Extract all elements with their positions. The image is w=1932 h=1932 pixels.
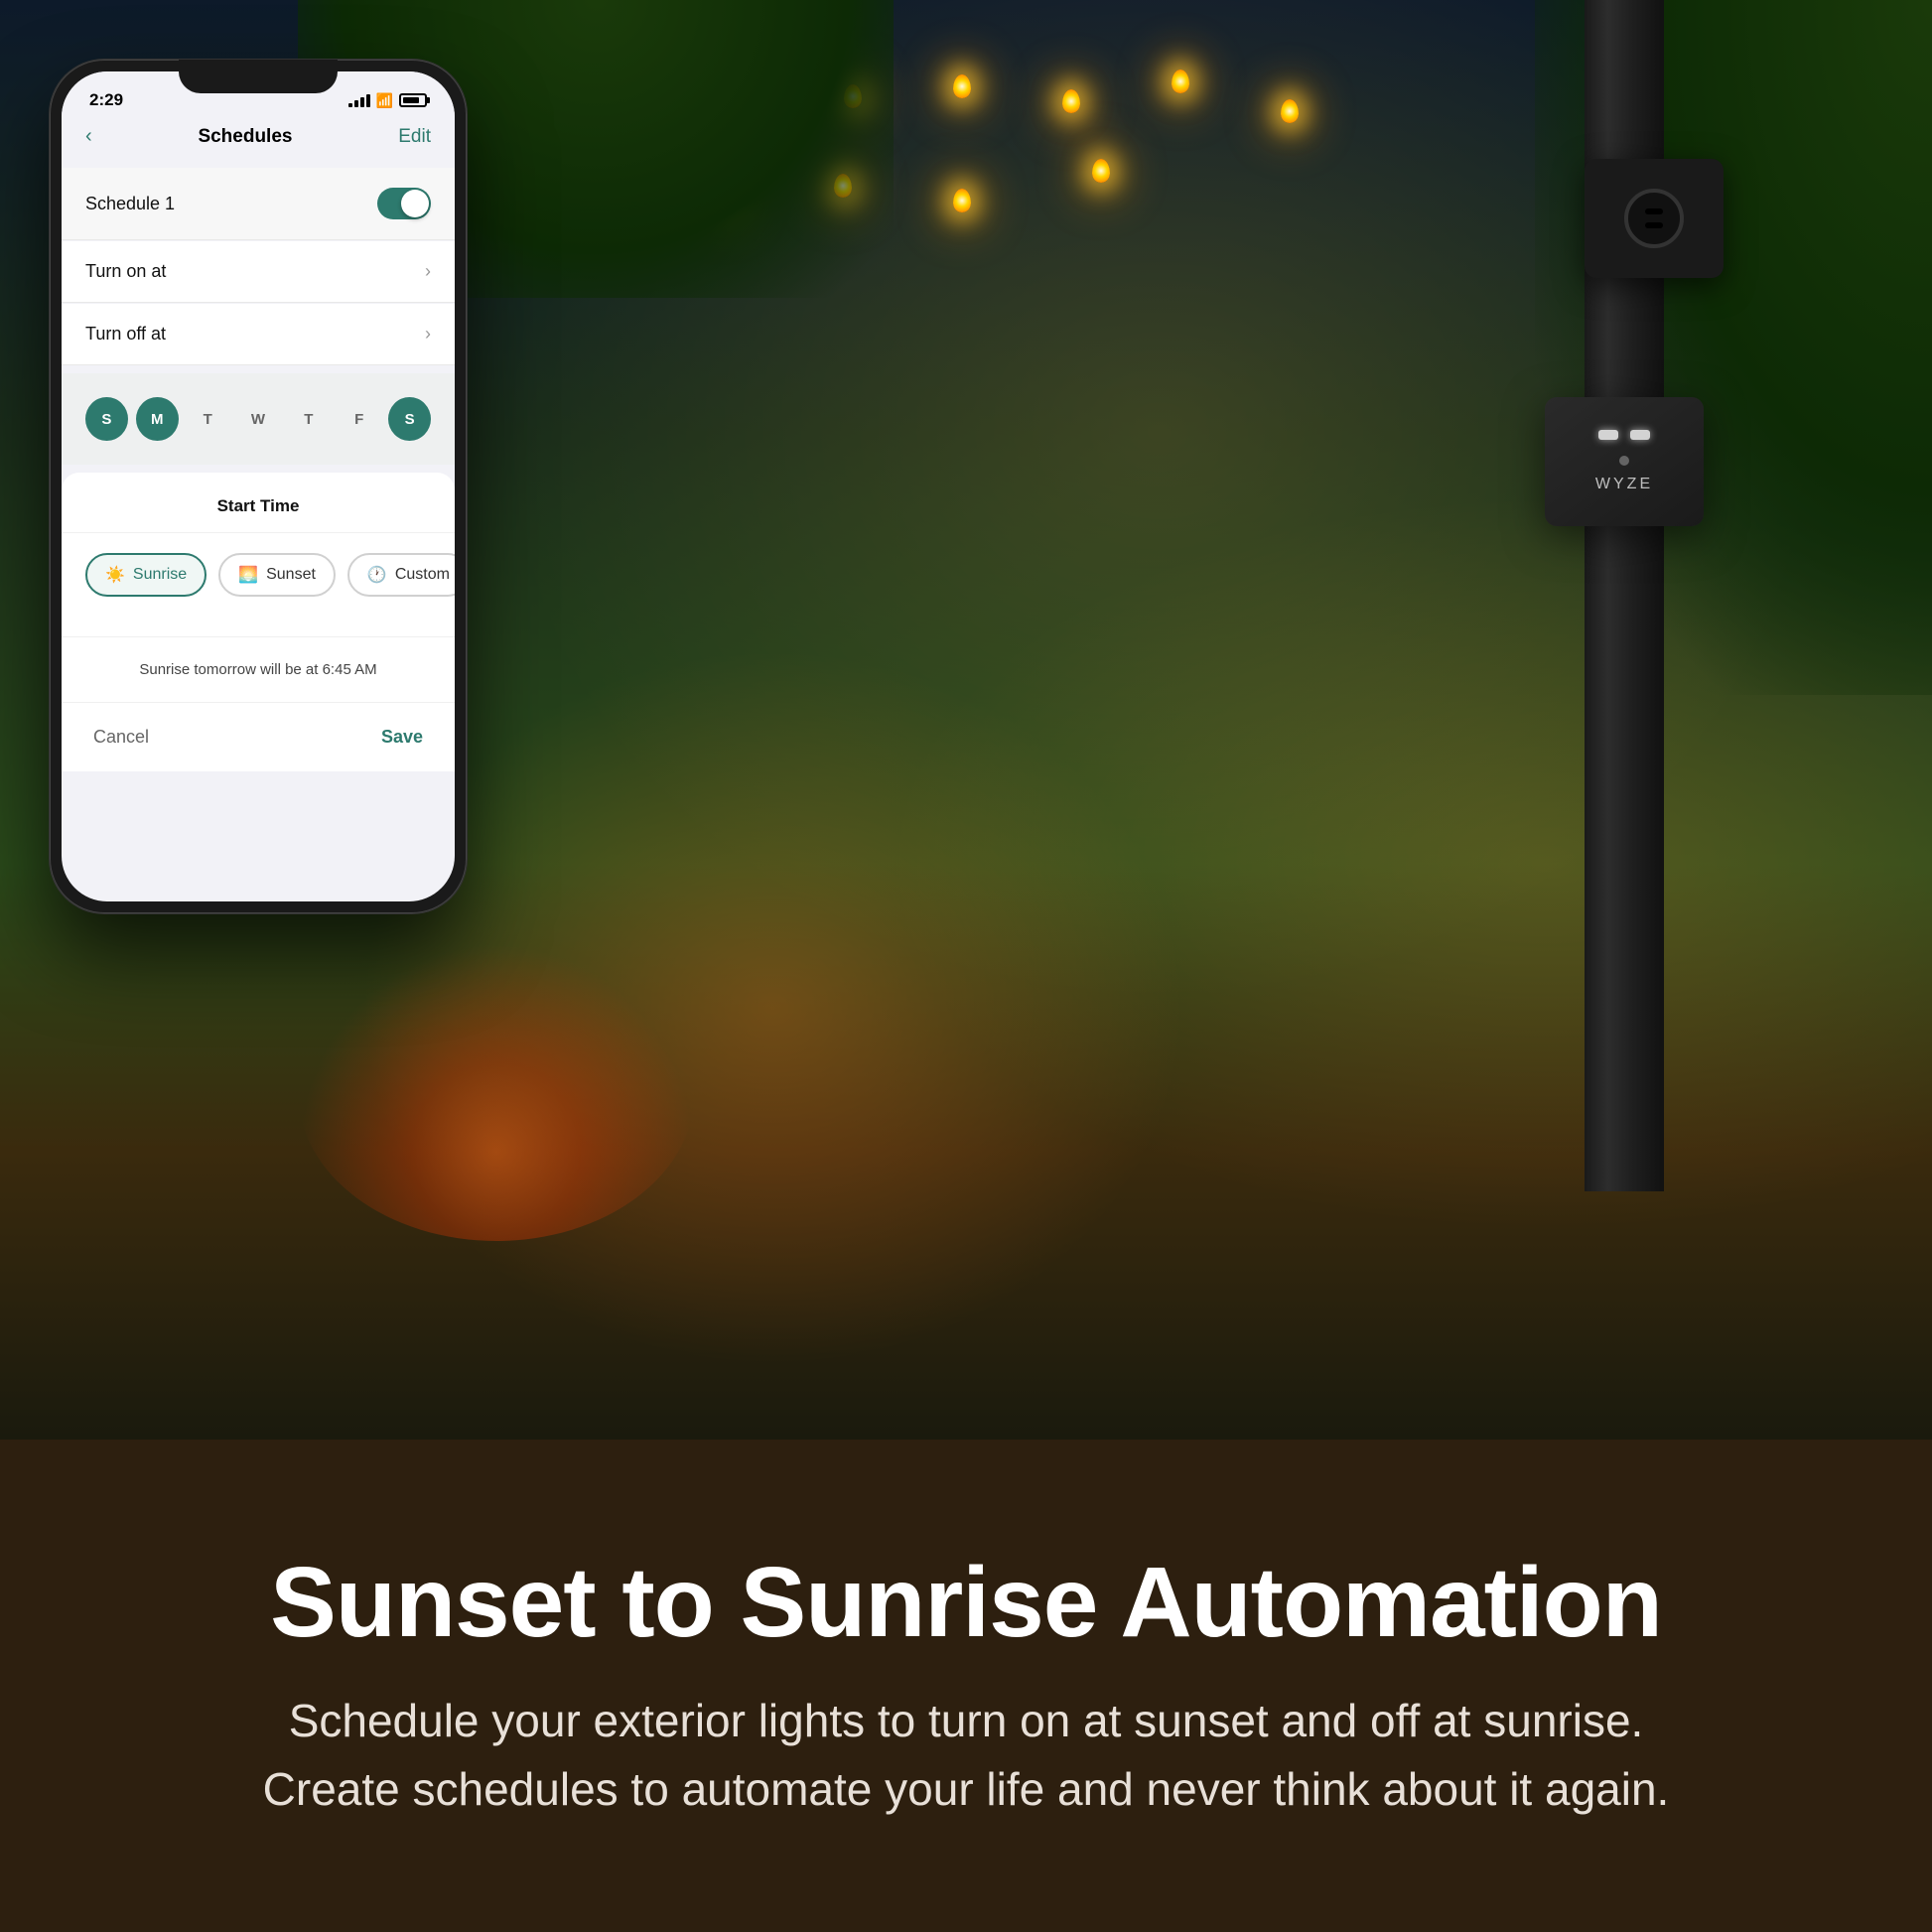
turn-off-label: Turn off at xyxy=(85,324,166,345)
sunrise-icon: ☀️ xyxy=(105,565,125,585)
phone-wrapper: 2:29 📶 ‹ Schedules Edit S xyxy=(50,60,467,913)
plug-hole xyxy=(1645,222,1663,228)
sheet-title: Start Time xyxy=(62,473,455,533)
day-button-thursday[interactable]: T xyxy=(287,397,330,441)
sunset-option[interactable]: 🌅 Sunset xyxy=(218,553,336,597)
screen-title: Schedules xyxy=(198,126,292,148)
light-bulb xyxy=(1062,89,1080,113)
device-status-lights xyxy=(1598,430,1650,440)
plug-holes xyxy=(1645,208,1663,228)
sheet-actions: Cancel Save xyxy=(62,703,455,771)
sub-text-line1: Schedule your exterior lights to turn on… xyxy=(289,1695,1644,1746)
time-options-row: ☀️ Sunrise 🌅 Sunset 🕐 Custom xyxy=(62,533,455,617)
day-button-monday[interactable]: M xyxy=(136,397,179,441)
sunset-icon: 🌅 xyxy=(238,565,258,585)
turn-off-row[interactable]: Turn off at › xyxy=(62,304,455,365)
day-selector: S M T W T F S xyxy=(62,373,455,465)
turn-on-row[interactable]: Turn on at › xyxy=(62,241,455,303)
sunrise-label: Sunrise xyxy=(133,566,187,584)
device-indicator-dot xyxy=(1619,456,1629,466)
back-button[interactable]: ‹ xyxy=(85,125,92,148)
light-bulb xyxy=(953,74,971,98)
device-light xyxy=(1630,430,1650,440)
signal-icon xyxy=(348,93,370,107)
turn-on-label: Turn on at xyxy=(85,261,166,282)
status-icons: 📶 xyxy=(348,92,427,109)
day-button-tuesday[interactable]: T xyxy=(187,397,229,441)
cancel-button[interactable]: Cancel xyxy=(93,727,149,748)
bottom-section: Sunset to Sunrise Automation Schedule yo… xyxy=(0,1440,1932,1932)
sunrise-info: Sunrise tomorrow will be at 6:45 AM xyxy=(62,636,455,703)
schedule-label: Schedule 1 xyxy=(85,194,175,214)
clock-icon: 🕐 xyxy=(367,565,387,585)
device-brand-label: WYZE xyxy=(1595,476,1653,493)
light-bulb xyxy=(1281,99,1299,123)
status-time: 2:29 xyxy=(89,90,123,110)
light-bulb xyxy=(1092,159,1110,183)
schedule-row: Schedule 1 xyxy=(62,168,455,240)
fire-glow xyxy=(298,943,695,1241)
main-title: Sunset to Sunrise Automation xyxy=(270,1548,1662,1657)
light-bulb xyxy=(953,189,971,212)
battery-icon xyxy=(399,93,427,107)
custom-label: Custom xyxy=(395,566,450,584)
phone-screen: 2:29 📶 ‹ Schedules Edit S xyxy=(62,71,455,901)
sub-text: Schedule your exterior lights to turn on… xyxy=(263,1687,1670,1824)
plug-socket xyxy=(1624,189,1684,248)
plug-hole xyxy=(1645,208,1663,214)
sub-text-line2: Create schedules to automate your life a… xyxy=(263,1763,1670,1815)
info-text: Sunrise tomorrow will be at 6:45 AM xyxy=(139,661,376,678)
wifi-icon: 📶 xyxy=(376,92,393,109)
phone: 2:29 📶 ‹ Schedules Edit S xyxy=(50,60,467,913)
device-light xyxy=(1598,430,1618,440)
custom-option[interactable]: 🕐 Custom xyxy=(347,553,455,597)
phone-notch xyxy=(179,60,338,93)
day-button-saturday[interactable]: S xyxy=(388,397,431,441)
navigation-bar: ‹ Schedules Edit xyxy=(62,121,455,160)
sunset-label: Sunset xyxy=(266,566,316,584)
light-bulb xyxy=(1172,69,1189,93)
day-button-friday[interactable]: F xyxy=(338,397,380,441)
schedule-toggle[interactable] xyxy=(377,188,431,219)
battery-fill xyxy=(403,97,419,103)
toggle-knob xyxy=(401,190,429,217)
outdoor-plug xyxy=(1585,159,1724,278)
day-button-sunday[interactable]: S xyxy=(85,397,128,441)
sunrise-option[interactable]: ☀️ Sunrise xyxy=(85,553,207,597)
chevron-right-icon: › xyxy=(425,261,431,282)
chevron-right-icon: › xyxy=(425,324,431,345)
save-button[interactable]: Save xyxy=(381,727,423,748)
edit-button[interactable]: Edit xyxy=(398,126,431,148)
wyze-device: WYZE xyxy=(1545,397,1704,526)
day-button-wednesday[interactable]: W xyxy=(237,397,280,441)
bottom-sheet: Start Time ☀️ Sunrise 🌅 Sunset 🕐 Custom xyxy=(62,473,455,771)
